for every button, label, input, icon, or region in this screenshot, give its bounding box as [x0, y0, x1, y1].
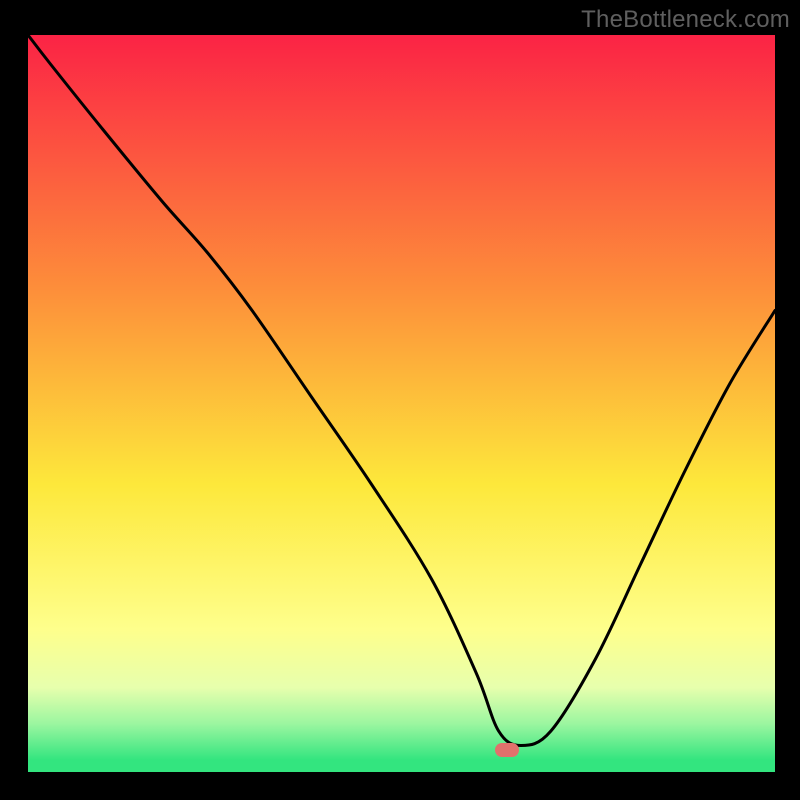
- plot-area: [28, 35, 775, 760]
- attribution-label: TheBottleneck.com: [581, 6, 790, 34]
- bottleneck-chart-svg: [28, 35, 775, 760]
- optimal-marker: [495, 743, 519, 757]
- baseline-bar: [28, 760, 775, 772]
- gradient-background: [28, 35, 775, 760]
- chart-frame: TheBottleneck.com: [0, 0, 800, 800]
